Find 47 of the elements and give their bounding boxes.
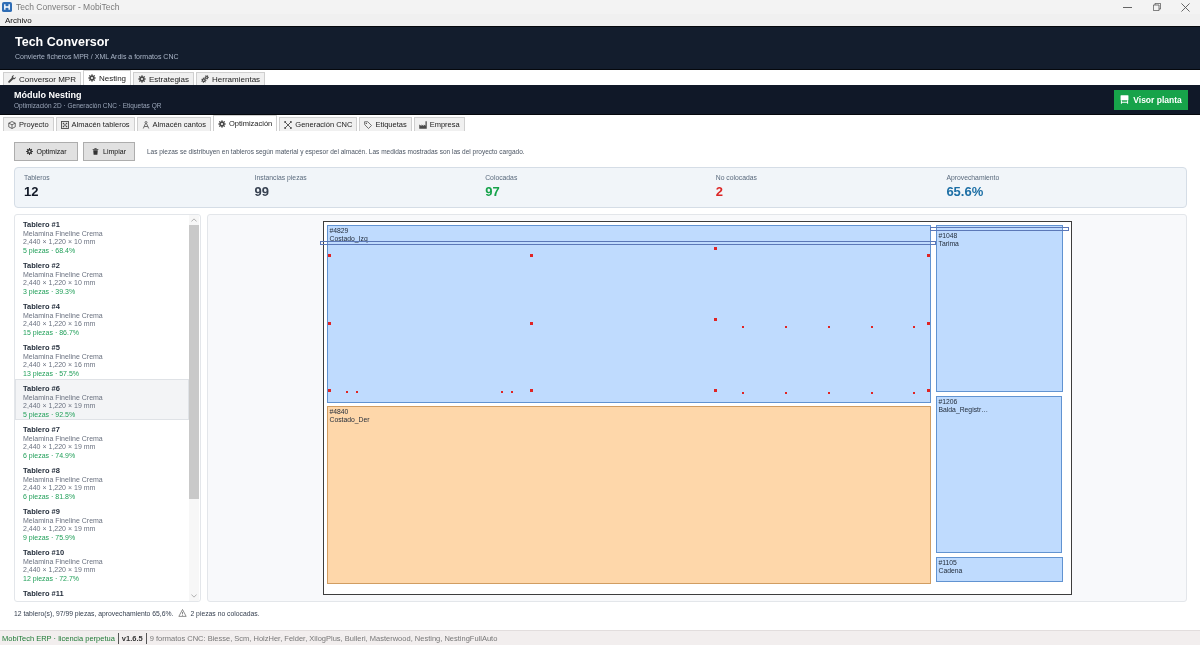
gear-icon — [25, 148, 33, 155]
drill-hole-icon — [714, 246, 717, 250]
drill-hole-icon — [328, 321, 331, 325]
nav-tab[interactable]: Estrategias — [133, 72, 195, 85]
wrench-icon — [8, 75, 16, 83]
gear-icon — [217, 119, 226, 128]
close-icon[interactable] — [1181, 2, 1190, 12]
drill-hole-icon — [328, 253, 331, 257]
compass-icon — [141, 120, 150, 129]
factory-icon — [418, 120, 427, 129]
stat-value: 65.6% — [946, 184, 984, 200]
scrollbar-thumb[interactable] — [189, 225, 199, 499]
restore-icon[interactable] — [1152, 3, 1161, 11]
trash-icon — [92, 148, 99, 155]
module-title: Módulo Nesting — [14, 89, 82, 101]
stat-value: 97 — [485, 184, 500, 200]
drill-hole-icon — [530, 253, 533, 257]
nav-tab[interactable]: Conversor MPR — [3, 72, 81, 85]
menu-item[interactable]: Archivo — [5, 15, 32, 25]
stat-value: 2 — [715, 184, 724, 200]
grid-icon — [60, 120, 69, 129]
crossed-tools-icon — [284, 120, 293, 129]
drill-hole-icon — [714, 317, 717, 321]
gear-icon — [87, 74, 96, 82]
drill-hole-icon — [714, 388, 717, 392]
drill-hole-icon — [927, 388, 930, 392]
scroll-up-icon[interactable] — [191, 218, 197, 222]
cube-icon — [8, 120, 16, 129]
drill-hole-icon — [927, 253, 930, 257]
nav-tab[interactable]: Herramientas — [196, 72, 266, 85]
stat-value: 12 — [24, 184, 39, 200]
drill-hole-icon — [530, 388, 533, 392]
drill-hole-icon — [530, 321, 533, 325]
stat-value: 99 — [254, 184, 270, 200]
warning-icon — [178, 609, 188, 617]
gear-icon — [138, 75, 147, 83]
window-title: Tech Conversor - MobiTech — [16, 2, 120, 12]
drill-hole-icon — [927, 321, 930, 325]
scroll-down-icon[interactable] — [191, 594, 197, 598]
machine-icon — [1120, 95, 1130, 104]
gears-icon — [201, 75, 210, 83]
drill-hole-icon — [328, 388, 331, 392]
app-title: Tech Conversor — [15, 35, 110, 50]
nav-tab[interactable]: Nesting — [82, 70, 132, 85]
list-scrollbar[interactable] — [189, 215, 199, 601]
tag-icon — [364, 120, 373, 129]
minimize-icon[interactable] — [1123, 6, 1132, 8]
